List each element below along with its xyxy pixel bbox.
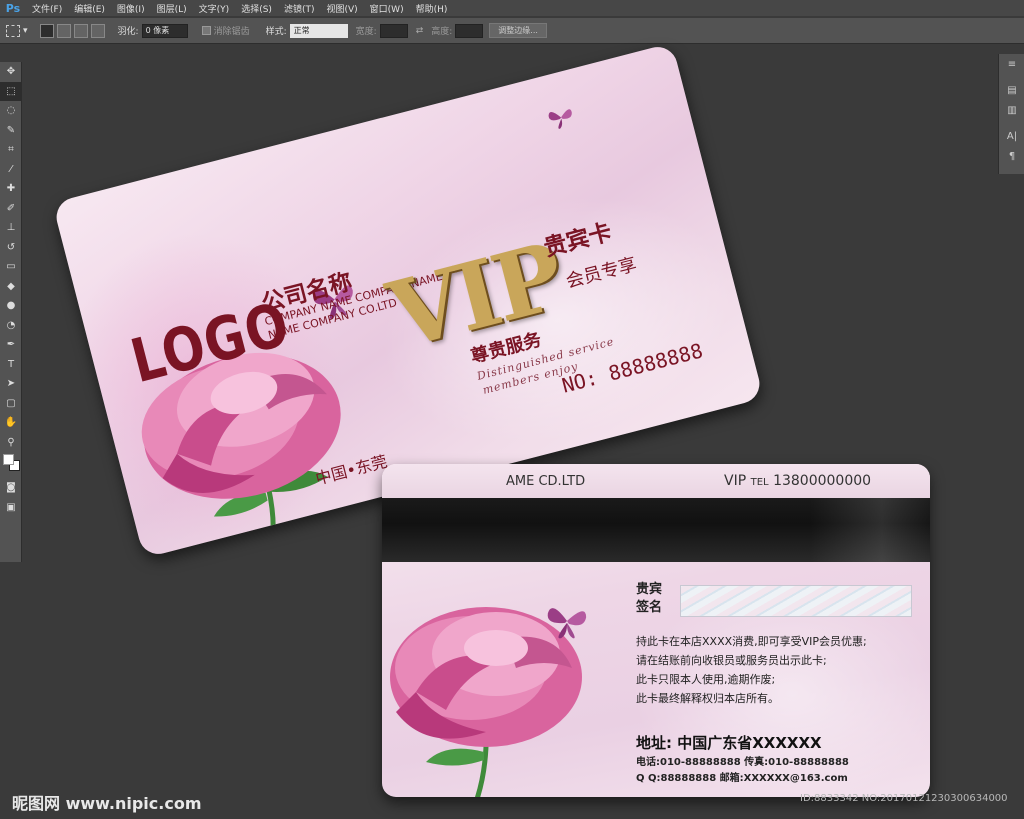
history-panel-icon[interactable]: ▤ (999, 80, 1024, 100)
guest-label-line2: 签名 (636, 600, 663, 615)
collapse-panels-icon[interactable]: ≡ (999, 54, 1024, 74)
blur-tool-icon[interactable]: ● (0, 296, 22, 316)
menu-edit[interactable]: 编辑(E) (68, 2, 111, 15)
back-vip-tel: VIP TEL 13800000000 (724, 473, 871, 489)
terms-line: 请在结账前向收银员或服务员出示此卡; (636, 654, 827, 667)
new-selection-button[interactable] (39, 23, 54, 38)
menu-layer[interactable]: 图层(L) (151, 2, 193, 15)
subtract-selection-button[interactable] (73, 23, 88, 38)
paint-bucket-tool-icon[interactable]: ◆ (0, 277, 22, 297)
terms-line: 持此卡在本店XXXX消费,即可享受VIP会员优惠; (636, 635, 867, 648)
vip-card-back: AME CD.LTD VIP TEL 13800000000 贵宾 签名 持此卡… (382, 464, 930, 797)
guest-signature-label: 贵宾 签名 (636, 581, 662, 617)
menu-type[interactable]: 文字(Y) (193, 2, 236, 15)
terms-list: 持此卡在本店XXXX消费,即可享受VIP会员优惠; 请在结账前向收银员或服务员出… (636, 632, 867, 708)
eyedropper-tool-icon[interactable]: ⁄ (0, 160, 22, 180)
pen-tool-icon[interactable]: ✒ (0, 335, 22, 355)
path-select-tool-icon[interactable]: ➤ (0, 374, 22, 394)
brush-tool-icon[interactable]: ✐ (0, 199, 22, 219)
back-vip-label: VIP (724, 473, 747, 489)
terms-line: 此卡只限本人使用,逾期作废; (636, 673, 776, 686)
menu-file[interactable]: 文件(F) (26, 2, 68, 15)
height-label: 高度: (431, 27, 453, 37)
properties-panel-icon[interactable]: ▥ (999, 100, 1024, 120)
menu-select[interactable]: 选择(S) (235, 2, 278, 15)
crop-tool-icon[interactable]: ⌗ (0, 140, 22, 160)
lasso-tool-icon[interactable]: ◌ (0, 101, 22, 121)
antialias-checkbox[interactable] (201, 26, 211, 35)
butterfly-icon (547, 608, 587, 639)
feather-label: 羽化: (117, 27, 139, 37)
color-swatches[interactable] (0, 452, 22, 478)
intersect-selection-button[interactable] (90, 23, 105, 38)
character-panel-icon[interactable]: A| (999, 126, 1024, 146)
menu-bar: Ps 文件(F) 编辑(E) 图像(I) 图层(L) 文字(Y) 选择(S) 滤… (0, 0, 1024, 16)
zoom-tool-icon[interactable]: ⚲ (0, 433, 22, 453)
quick-select-tool-icon[interactable]: ✎ (0, 121, 22, 141)
phone-fax-text: 电话:010-88888888 传真:010-88888888 (636, 757, 849, 768)
watermark-id: ID:8833342 NO:20170121230300634000 (800, 793, 1008, 804)
qq-email-text: Q Q:88888888 邮箱:XXXXXX@163.com (636, 773, 848, 784)
address-text: 地址: 中国广东省XXXXXX (636, 734, 822, 752)
menu-window[interactable]: 窗口(W) (364, 2, 410, 15)
style-label: 样式: (265, 27, 287, 37)
tel-label: TEL (750, 477, 769, 488)
options-bar: ▾ 羽化: 0 像素 消除锯齿 样式: 正常 宽度: ⇄ 高度: 调整边缘... (0, 18, 1024, 44)
tool-preset-chevron-icon[interactable]: ▾ (23, 26, 28, 36)
clone-stamp-tool-icon[interactable]: ⊥ (0, 218, 22, 238)
butterfly-icon (548, 109, 572, 129)
right-panel-dock: ≡ ▤ ▥ A| ¶ (998, 54, 1024, 174)
menu-filter[interactable]: 滤镜(T) (278, 2, 321, 15)
menu-view[interactable]: 视图(V) (320, 2, 363, 15)
hand-tool-icon[interactable]: ✋ (0, 413, 22, 433)
eraser-tool-icon[interactable]: ▭ (0, 257, 22, 277)
contact-info: 电话:010-88888888 传真:010-88888888 Q Q:8888… (636, 755, 849, 787)
swap-icon[interactable]: ⇄ (416, 26, 424, 36)
tools-panel: ✥ ⬚ ◌ ✎ ⌗ ⁄ ✚ ✐ ⊥ ↺ ▭ ◆ ● ◔ ✒ T ➤ ▢ ✋ ⚲ … (0, 62, 22, 562)
signature-strip[interactable] (680, 585, 912, 617)
dodge-tool-icon[interactable]: ◔ (0, 316, 22, 336)
refine-edge-button[interactable]: 调整边缘... (489, 23, 547, 38)
healing-brush-tool-icon[interactable]: ✚ (0, 179, 22, 199)
type-tool-icon[interactable]: T (0, 355, 22, 375)
feather-input[interactable]: 0 像素 (141, 23, 188, 38)
marquee-tool-icon[interactable] (6, 24, 20, 37)
tel-number: 13800000000 (773, 473, 872, 489)
style-select[interactable]: 正常 (289, 23, 348, 38)
watermark-left: 昵图网 www.nipic.com (12, 794, 202, 813)
guest-label-line1: 贵宾 (636, 582, 663, 597)
screen-mode-icon[interactable]: ▣ (0, 498, 22, 518)
marquee-tool-icon[interactable]: ⬚ (0, 81, 22, 101)
move-tool-icon[interactable]: ✥ (0, 62, 22, 82)
width-label: 宽度: (355, 27, 377, 37)
width-input[interactable] (379, 23, 408, 38)
paragraph-panel-icon[interactable]: ¶ (999, 146, 1024, 166)
menu-help[interactable]: 帮助(H) (410, 2, 454, 15)
height-input[interactable] (455, 23, 484, 38)
add-selection-button[interactable] (56, 23, 71, 38)
foreground-color-swatch[interactable] (3, 454, 14, 465)
antialias-label: 消除锯齿 (213, 27, 250, 37)
shape-tool-icon[interactable]: ▢ (0, 394, 22, 414)
back-company-name: AME CD.LTD (506, 474, 586, 489)
magnetic-stripe-shine (810, 498, 930, 562)
menu-image[interactable]: 图像(I) (111, 2, 151, 15)
quick-mask-icon[interactable]: ◙ (0, 478, 22, 498)
terms-line: 此卡最终解释权归本店所有。 (636, 692, 779, 705)
photoshop-logo-icon: Ps (5, 1, 21, 15)
history-brush-tool-icon[interactable]: ↺ (0, 238, 22, 258)
